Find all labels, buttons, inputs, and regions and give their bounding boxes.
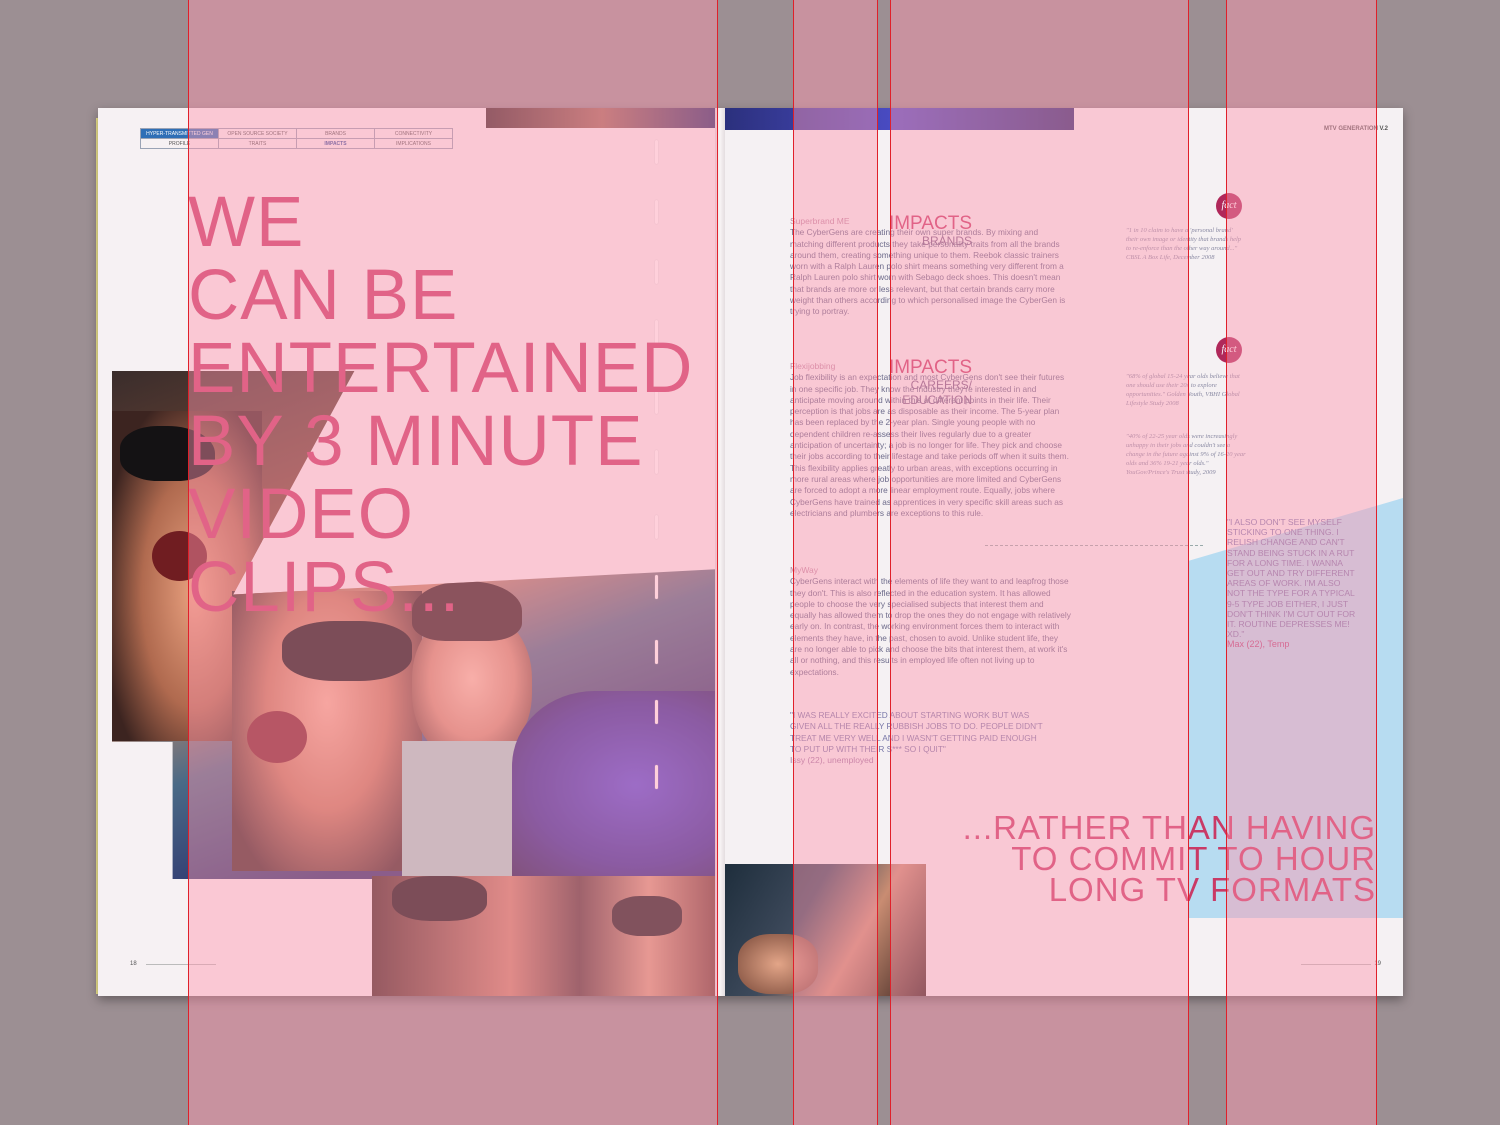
spine — [715, 108, 725, 996]
nav-item-open-source[interactable]: OPEN SOURCE SOCIETY — [218, 128, 297, 139]
photo-top-right — [718, 108, 1074, 130]
binding-stitch — [655, 765, 658, 789]
headline-line: BY 3 MINUTE — [188, 402, 644, 481]
nav-item-hyper[interactable]: HYPER-TRANSMITTED GEN — [140, 128, 219, 139]
nav-item-traits[interactable]: TRAITS — [218, 138, 297, 149]
article-heading: Superbrand ME — [790, 216, 850, 226]
folio-rule — [146, 964, 216, 965]
article-body: The CyberGens are creating their own sup… — [790, 227, 1066, 317]
binding-stitch — [655, 640, 658, 664]
nav-item-brands[interactable]: BRANDS — [296, 128, 375, 139]
headline-line: WE — [188, 183, 305, 262]
main-headline: WE CAN BE ENTERTAINED BY 3 MINUTE VIDEO … — [188, 186, 708, 624]
headline-line: TO COMMIT TO HOUR — [1011, 840, 1376, 877]
fact-text: "1 in 10 claim to have a 'personal brand… — [1126, 227, 1242, 261]
article-body: Job flexibility is an expectation and mo… — [790, 372, 1069, 518]
dashed-leader — [985, 545, 1203, 546]
nav-item-connectivity[interactable]: CONNECTIVITY — [374, 128, 453, 139]
binding-stitch — [655, 140, 658, 164]
headline-line: CLIPS... — [188, 548, 461, 627]
running-head: MTV GENERATION V.2 — [1323, 126, 1388, 132]
headline-line: CAN BE — [188, 256, 459, 335]
binding-stitch — [655, 700, 658, 724]
section-navigation: HYPER-TRANSMITTED GEN OPEN SOURCE SOCIET… — [140, 128, 453, 149]
fact-text: "40% of 22-25 year olds were increasingl… — [1126, 433, 1246, 476]
nav-item-impacts[interactable]: IMPACTS — [296, 138, 375, 149]
fact-badge-icon: fact — [1216, 193, 1242, 219]
nav-item-profile[interactable]: PROFILE — [140, 138, 219, 149]
article-superbrand: Superbrand ME The CyberGens are creating… — [790, 216, 1072, 324]
bottom-headline: ...RATHER THAN HAVING TO COMMIT TO HOUR … — [962, 809, 1376, 908]
fact-badge-icon: fact — [1216, 337, 1242, 363]
left-page: HYPER-TRANSMITTED GEN OPEN SOURCE SOCIET… — [98, 108, 718, 996]
pull-quote-text: "I ALSO DON'T SEE MYSELF STICKING TO ONE… — [1227, 517, 1356, 640]
folio-rule — [1301, 964, 1371, 965]
nav-item-implications[interactable]: IMPLICATIONS — [374, 138, 453, 149]
page-number-left: 18 — [130, 961, 137, 967]
pull-quote-text: "I WAS REALLY EXCITED ABOUT STARTING WOR… — [790, 710, 1043, 754]
photo-bottom-right — [718, 864, 926, 996]
photo-top-strip — [486, 108, 718, 128]
article-heading: MyWay — [790, 565, 819, 575]
headline-line: LONG TV FORMATS — [1048, 871, 1376, 908]
party-photo-strip — [372, 876, 718, 996]
pull-quote-attribution: Issy (22), unemployed — [790, 755, 874, 766]
page-number-right: 19 — [1374, 961, 1381, 967]
article-myway: MyWay CyberGens interact with the elemen… — [790, 565, 1072, 684]
article-heading: Flexijobbing — [790, 361, 836, 371]
quote-issy: "I WAS REALLY EXCITED ABOUT STARTING WOR… — [790, 710, 1050, 766]
headline-line: ENTERTAINED — [188, 329, 694, 408]
article-flexijobbing: Flexijobbing Job flexibility is an expec… — [790, 361, 1072, 525]
pull-quote-attribution: Max (22), Temp — [1227, 639, 1290, 650]
quote-max: "I ALSO DON'T SEE MYSELF STICKING TO ONE… — [1227, 517, 1357, 650]
fact-text: "68% of global 15-24 year olds believe t… — [1126, 373, 1240, 407]
headline-line: VIDEO — [188, 475, 414, 554]
headline-line: ...RATHER THAN HAVING — [962, 809, 1376, 846]
article-body: CyberGens interact with the elements of … — [790, 576, 1071, 677]
